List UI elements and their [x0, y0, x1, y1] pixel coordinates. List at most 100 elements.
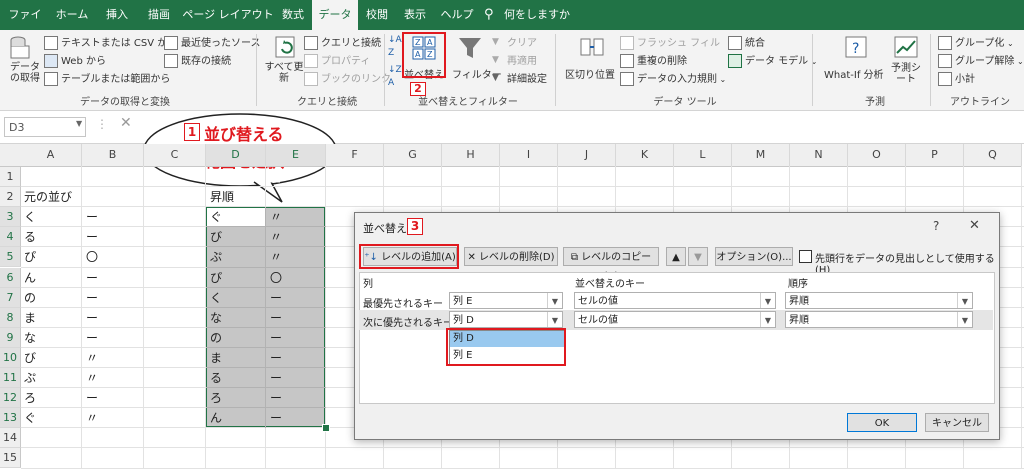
active-cell[interactable]	[207, 208, 265, 227]
help-button[interactable]: ?	[933, 219, 939, 233]
cell-a8[interactable]: ま	[20, 308, 82, 328]
cell-e12[interactable]: ー	[266, 388, 326, 408]
cell-b13[interactable]: 〃	[82, 408, 144, 428]
tab-view[interactable]: 表示	[400, 0, 430, 30]
move-down-button[interactable]: ▼	[688, 247, 708, 266]
column-header-i[interactable]: I	[500, 144, 558, 167]
properties-button[interactable]: プロパティ	[304, 52, 370, 68]
column-header-n[interactable]: N	[790, 144, 848, 167]
row-header-4[interactable]: 4	[0, 227, 21, 248]
name-box-dropdown-icon[interactable]: ▼	[76, 119, 82, 128]
cell-d13[interactable]: ん	[206, 408, 266, 428]
row-header-11[interactable]: 11	[0, 368, 21, 389]
ungroup-button[interactable]: グループ解除 ⌄	[938, 52, 1024, 68]
refresh-all-button[interactable]: すべて更新	[262, 62, 306, 84]
cell-b5[interactable]: 〇	[82, 247, 144, 267]
row-header-14[interactable]: 14	[0, 428, 21, 449]
column-header-a[interactable]: A	[20, 144, 82, 167]
edit-links-button[interactable]: ブックのリンク	[304, 70, 391, 86]
cell-a4[interactable]: る	[20, 227, 82, 247]
cell-b11[interactable]: 〃	[82, 368, 144, 388]
name-box[interactable]: D3	[4, 117, 86, 137]
cell-d11[interactable]: る	[206, 368, 266, 388]
cell-b12[interactable]: ー	[82, 388, 144, 408]
tab-file[interactable]: ファイル	[4, 0, 46, 51]
cell-e4[interactable]: 〃	[266, 227, 326, 247]
row-header-9[interactable]: 9	[0, 327, 21, 348]
ok-button[interactable]: OK	[847, 413, 917, 432]
column-header-g[interactable]: G	[384, 144, 442, 167]
column-header-p[interactable]: P	[906, 144, 964, 167]
cell-d10[interactable]: ま	[206, 348, 266, 368]
row-header-5[interactable]: 5	[0, 247, 21, 268]
tab-home[interactable]: ホーム	[50, 0, 94, 30]
consolidate-button[interactable]: 統合	[728, 34, 765, 50]
column-header-q[interactable]: Q	[964, 144, 1022, 167]
cell-a2[interactable]: 元の並び	[20, 187, 82, 207]
data-validation-button[interactable]: データの入力規則 ⌄	[620, 70, 726, 86]
what-if-button[interactable]: What-If 分析	[824, 66, 884, 81]
tab-draw[interactable]: 描画	[140, 0, 178, 30]
tab-insert[interactable]: 挿入	[98, 0, 136, 30]
header-checkbox[interactable]	[799, 250, 812, 263]
queries-connections-button[interactable]: クエリと接続	[304, 34, 381, 50]
selected-range[interactable]	[206, 207, 325, 428]
row-header-15[interactable]: 15	[0, 448, 21, 469]
column-header-m[interactable]: M	[732, 144, 790, 167]
fill-handle[interactable]	[322, 424, 330, 433]
primary-order-select[interactable]: 昇順 ▼	[785, 292, 973, 309]
sort-az-icon[interactable]: ↓A Z	[388, 34, 402, 60]
copy-level-button[interactable]: ⧉ レベルのコピー(C)	[563, 247, 659, 282]
tab-review[interactable]: 校閲	[362, 0, 392, 30]
cell-e8[interactable]: ー	[266, 308, 326, 328]
cell-d9[interactable]: の	[206, 328, 266, 348]
row-header-1[interactable]: 1	[0, 167, 21, 188]
cell-a13[interactable]: ぐ	[20, 408, 82, 428]
tab-help[interactable]: ヘルプ	[440, 0, 474, 30]
cell-d8[interactable]: な	[206, 308, 266, 328]
column-header-b[interactable]: B	[82, 144, 144, 167]
cell-b9[interactable]: ー	[82, 328, 144, 348]
cell-b8[interactable]: ー	[82, 308, 144, 328]
row-header-2[interactable]: 2	[0, 187, 21, 208]
group-button[interactable]: グループ化 ⌄	[938, 34, 1014, 50]
cell-e3[interactable]: 〃	[266, 207, 326, 227]
cell-e9[interactable]: ー	[266, 328, 326, 348]
cell-e6[interactable]: 〇	[266, 268, 326, 288]
row-header-3[interactable]: 3	[0, 207, 21, 228]
cell-a7[interactable]: の	[20, 288, 82, 308]
cell-e7[interactable]: ー	[266, 288, 326, 308]
row-header-6[interactable]: 6	[0, 267, 21, 288]
primary-sortkey-select[interactable]: セルの値 ▼	[574, 292, 776, 309]
column-header-o[interactable]: O	[848, 144, 906, 167]
row-header-7[interactable]: 7	[0, 287, 21, 308]
cell-d6[interactable]: ぴ	[206, 268, 266, 288]
tab-formulas[interactable]: 数式	[278, 0, 308, 30]
cell-a6[interactable]: ん	[20, 268, 82, 288]
cell-d3[interactable]: ぐ	[206, 207, 266, 227]
get-data-button[interactable]: データの取得	[8, 62, 42, 84]
delete-level-button[interactable]: ✕ レベルの削除(D)	[464, 247, 558, 266]
sort-za-icon[interactable]: ↓Z A	[388, 64, 402, 90]
cell-a11[interactable]: ぷ	[20, 368, 82, 388]
text-csv-button[interactable]: テキストまたは CSV から	[44, 34, 177, 50]
close-icon[interactable]: ✕	[969, 218, 980, 233]
remove-duplicates-button[interactable]: 重複の削除	[620, 52, 687, 68]
tell-me-search[interactable]: 何をしますか	[500, 0, 574, 30]
cell-a12[interactable]: ろ	[20, 388, 82, 408]
subtotal-button[interactable]: 小計	[938, 70, 975, 86]
cell-d7[interactable]: く	[206, 288, 266, 308]
cell-b10[interactable]: 〃	[82, 348, 144, 368]
from-table-button[interactable]: テーブルまたは範囲から	[44, 70, 170, 86]
cell-a9[interactable]: な	[20, 328, 82, 348]
cancel-button[interactable]: キャンセル	[925, 413, 989, 432]
data-model-button[interactable]: データ モデル ⌄	[728, 52, 817, 68]
column-header-l[interactable]: L	[674, 144, 732, 167]
secondary-column-select[interactable]: 列 D ▼	[449, 311, 563, 328]
cell-d12[interactable]: ろ	[206, 388, 266, 408]
existing-connections-button[interactable]: 既存の接続	[164, 52, 231, 68]
cell-b6[interactable]: ー	[82, 268, 144, 288]
column-header-h[interactable]: H	[442, 144, 500, 167]
cell-b4[interactable]: ー	[82, 227, 144, 247]
cancel-entry-icon[interactable]: ✕	[120, 115, 132, 131]
